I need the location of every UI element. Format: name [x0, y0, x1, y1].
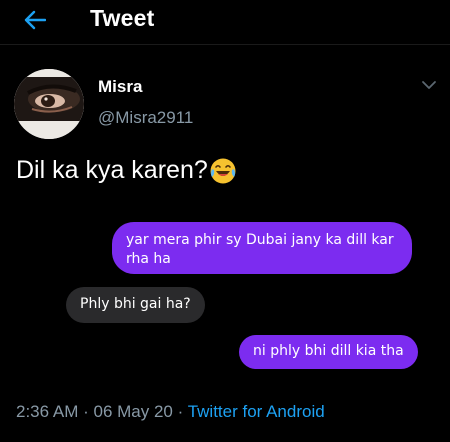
meta-separator: · — [78, 402, 94, 421]
author-handle[interactable]: @Misra2911 — [98, 108, 193, 128]
chevron-down-icon — [422, 81, 436, 89]
avatar-eye-photo — [14, 69, 84, 139]
more-options-button[interactable] — [420, 78, 438, 92]
page-title: Tweet — [90, 5, 155, 31]
tweet-text: Dil ka kya karen? — [16, 156, 208, 184]
chat-message-sent: yar mera phir sy Dubai jany ka dill kar … — [112, 222, 412, 274]
chat-message-received: Phly bhi gai ha? — [66, 287, 205, 323]
author-name[interactable]: Misra — [98, 77, 142, 97]
tweet-time: 2:36 AM — [16, 402, 79, 421]
laughing-emoji-icon — [209, 157, 237, 185]
back-button[interactable] — [20, 6, 50, 34]
avatar[interactable] — [14, 69, 84, 139]
tweet-date: 06 May 20 — [93, 402, 173, 421]
meta-separator: · — [172, 402, 188, 421]
tweet-body: Dil ka kya karen? — [16, 156, 237, 185]
chat-message-sent: ni phly bhi dill kia tha — [239, 335, 418, 369]
top-bar: Tweet — [0, 0, 450, 45]
tweet-metadata: 2:36 AM · 06 May 20 · Twitter for Androi… — [16, 402, 325, 422]
arrow-left-icon — [24, 10, 46, 30]
tweet-source-link[interactable]: Twitter for Android — [188, 402, 325, 421]
